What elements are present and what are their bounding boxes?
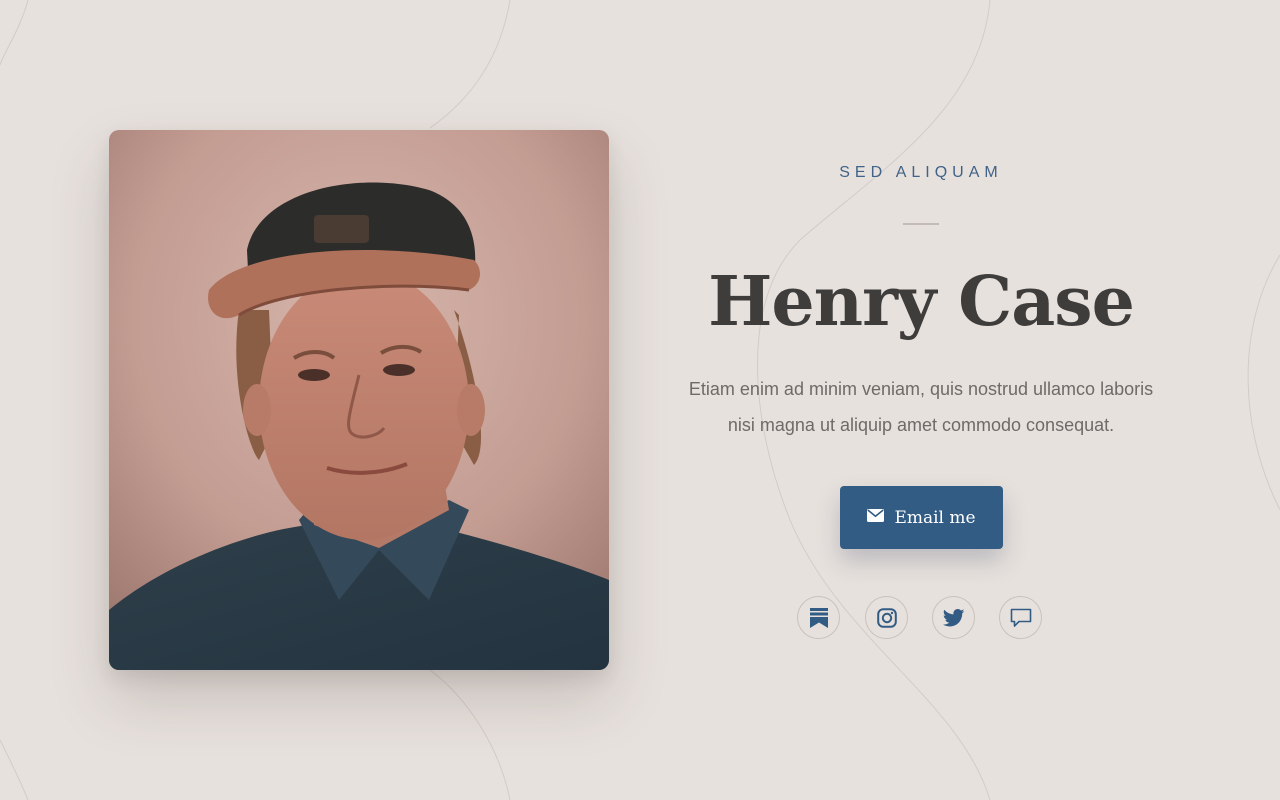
social-chat-link[interactable] [999,596,1042,639]
chat-bubble-icon [1010,608,1031,627]
envelope-icon [867,508,885,527]
profile-photo [109,130,609,670]
eyebrow-label: SED ALIQUAM [839,164,1003,181]
social-bookmark-link[interactable] [797,596,840,639]
instagram-icon [876,607,897,628]
email-me-button[interactable]: Email me [840,486,1003,549]
email-me-label: Email me [894,507,976,528]
social-twitter-link[interactable] [932,596,975,639]
social-instagram-link[interactable] [865,596,908,639]
portrait-image [109,130,609,670]
profile-bio: Etiam enim ad minim veniam, quis nostrud… [661,371,1181,443]
bio-line-1: Etiam enim ad minim veniam, quis nostrud… [688,379,1154,399]
social-links [797,596,1047,642]
bookmark-icon [809,607,828,628]
divider [903,223,939,225]
profile-name: Henry Case [708,262,1135,342]
bio-line-2: nisi magna ut aliquip amet commodo conse… [727,415,1115,435]
twitter-icon [942,608,964,626]
